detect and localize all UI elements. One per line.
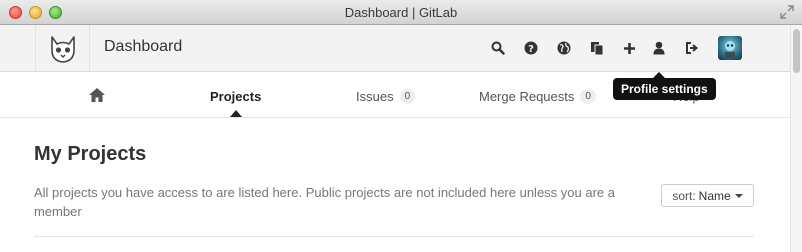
vertical-scrollbar[interactable] <box>790 25 802 252</box>
sort-value: Name <box>698 188 731 203</box>
home-icon <box>89 88 105 102</box>
navbar-title: Dashboard <box>104 38 183 55</box>
active-tab-indicator <box>230 110 242 117</box>
user-avatar[interactable] <box>718 36 742 60</box>
copy-icon[interactable] <box>588 39 606 57</box>
merge-requests-count-badge: 0 <box>580 89 596 104</box>
caret-down-icon <box>734 193 743 198</box>
help-icon[interactable]: ? <box>522 39 540 57</box>
sort-dropdown[interactable]: sort: Name <box>661 184 754 207</box>
page-title: My Projects <box>34 143 147 165</box>
tab-projects-label: Projects <box>210 89 262 104</box>
tab-issues[interactable]: Issues 0 <box>356 89 416 104</box>
plus-icon[interactable] <box>620 39 638 57</box>
content-divider <box>34 236 754 237</box>
globe-icon[interactable] <box>555 39 573 57</box>
profile-settings-tooltip: Profile settings <box>613 78 716 100</box>
top-navbar: Dashboard ? <box>0 25 790 72</box>
tab-projects[interactable]: Projects <box>210 89 261 104</box>
search-icon[interactable] <box>489 39 507 57</box>
window-titlebar: Dashboard | GitLab <box>0 0 802 25</box>
sign-out-icon[interactable] <box>683 39 701 57</box>
svg-text:?: ? <box>528 44 534 55</box>
gitlab-logo-link[interactable] <box>35 25 90 72</box>
scrollbar-thumb[interactable] <box>793 29 800 73</box>
user-icon[interactable] <box>650 39 668 57</box>
sort-label: sort: <box>672 188 696 203</box>
projects-description: All projects you have access to are list… <box>34 185 615 219</box>
tab-home[interactable] <box>88 87 106 103</box>
window-title: Dashboard | GitLab <box>344 5 458 20</box>
tab-merge-requests-label: Merge Requests <box>479 89 575 104</box>
gitlab-logo-icon <box>50 35 75 63</box>
tab-merge-requests[interactable]: Merge Requests 0 <box>479 89 596 104</box>
tab-issues-label: Issues <box>356 89 394 104</box>
fullscreen-icon[interactable] <box>780 5 794 19</box>
issues-count-badge: 0 <box>399 89 416 104</box>
